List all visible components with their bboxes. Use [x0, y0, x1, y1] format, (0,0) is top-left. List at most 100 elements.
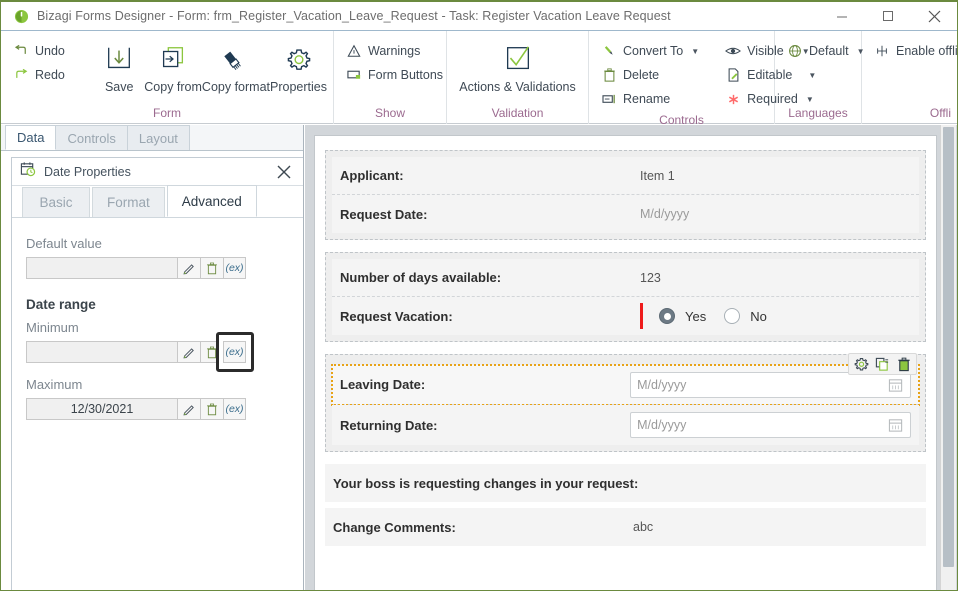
convert-to-label: Convert To	[623, 44, 684, 58]
bizagi-logo-icon	[13, 8, 29, 24]
scrollbar-thumb[interactable]	[943, 127, 954, 567]
radio-yes[interactable]	[659, 308, 675, 324]
delete-control-button[interactable]: Delete	[595, 63, 705, 87]
default-value-input[interactable]	[26, 257, 177, 279]
warning-triangle-icon	[346, 43, 362, 59]
subtab-basic[interactable]: Basic	[22, 187, 90, 217]
gear-icon[interactable]	[853, 356, 870, 373]
ribbon-group-show: Warnings Form Buttons Show	[334, 31, 447, 124]
request-vacation-label: Request Vacation:	[340, 308, 453, 324]
minimum-input[interactable]	[26, 341, 177, 363]
ribbon-group-form: Undo Redo Save Copy from Copy format Pro…	[1, 31, 334, 124]
undo-redo-column: Undo Redo	[7, 35, 71, 87]
default-value-edit-button[interactable]	[177, 257, 200, 279]
minimum-expression-label: (ex)	[225, 346, 244, 358]
row-change-comments[interactable]: Change Comments: abc	[325, 508, 926, 546]
form-canvas-area: Applicant: Item 1 Request Date: M/d/yyyy…	[305, 125, 957, 590]
row-leaving-date[interactable]: Leaving Date: M/d/yyyy	[331, 353, 920, 406]
subtab-format[interactable]: Format	[92, 187, 165, 217]
default-value-expression-label: (ex)	[225, 262, 244, 274]
tab-controls-label: Controls	[67, 130, 116, 146]
window-title: Bizagi Forms Designer - Form: frm_Regist…	[37, 9, 671, 23]
warnings-button[interactable]: Warnings	[340, 39, 449, 63]
required-indicator	[640, 303, 643, 329]
form-buttons-button[interactable]: Form Buttons	[340, 63, 449, 87]
show-column: Warnings Form Buttons	[340, 35, 449, 87]
control-toolbar	[848, 353, 917, 375]
duplicate-icon[interactable]	[874, 356, 891, 373]
minimum-edit-button[interactable]	[177, 341, 200, 363]
maximize-button[interactable]	[865, 2, 911, 30]
default-language-button[interactable]: Default ▼	[781, 39, 871, 63]
tab-data[interactable]: Data	[5, 125, 57, 150]
vacation-request-section: Number of days available: 123 Request Va…	[325, 252, 926, 342]
panel-tab-strip: Data Controls Layout	[1, 125, 303, 151]
row-days-available[interactable]: Number of days available: 123	[332, 259, 919, 297]
close-button[interactable]	[911, 2, 957, 30]
copy-from-label: Copy from	[144, 80, 202, 94]
offline-icon	[874, 43, 890, 59]
row-returning-date[interactable]: Returning Date: M/d/yyyy	[332, 405, 919, 445]
warnings-label: Warnings	[368, 44, 421, 58]
default-value-row: (ex)	[26, 257, 246, 279]
row-boss-message[interactable]: Your boss is requesting changes in your …	[325, 464, 926, 502]
date-properties-icon	[20, 161, 36, 182]
convert-to-button[interactable]: Convert To ▼	[595, 39, 705, 63]
trash-icon	[601, 67, 617, 83]
copy-from-icon	[158, 41, 188, 77]
maximum-input[interactable]: 12/30/2021	[26, 398, 177, 420]
form-buttons-icon	[346, 67, 362, 83]
copy-format-button[interactable]: Copy format	[202, 35, 270, 101]
languages-column: Default ▼	[781, 35, 871, 63]
maximum-delete-button[interactable]	[200, 398, 223, 420]
tab-controls[interactable]: Controls	[55, 125, 128, 150]
copy-format-icon	[221, 41, 251, 77]
redo-label: Redo	[35, 68, 65, 82]
properties-body: Default value (ex) Date range Minimum (e…	[12, 218, 303, 420]
canvas-vertical-scrollbar[interactable]	[940, 125, 956, 590]
convert-to-icon	[601, 43, 617, 59]
ribbon-group-languages: Default ▼ Languages	[775, 31, 865, 124]
returning-date-input[interactable]: M/d/yyyy	[630, 412, 911, 438]
checkmark-box-icon	[502, 41, 534, 77]
leaving-date-placeholder: M/d/yyyy	[637, 377, 687, 392]
trash-icon[interactable]	[895, 356, 912, 373]
close-icon[interactable]	[273, 161, 295, 183]
default-value-expression-button[interactable]: (ex)	[223, 257, 246, 279]
save-button[interactable]: Save	[94, 35, 144, 101]
row-applicant[interactable]: Applicant: Item 1	[332, 157, 919, 195]
date-properties-title: Date Properties	[44, 164, 131, 179]
properties-button[interactable]: Properties	[270, 35, 327, 101]
default-value-delete-button[interactable]	[200, 257, 223, 279]
undo-button[interactable]: Undo	[7, 39, 71, 63]
enable-offline-button[interactable]: Enable offlin	[868, 39, 958, 63]
actions-validations-button[interactable]: Actions & Validations	[458, 35, 578, 101]
minimize-button[interactable]	[819, 2, 865, 30]
ribbon-group-label-validation: Validation	[491, 106, 544, 120]
tab-layout[interactable]: Layout	[126, 125, 190, 150]
leaving-date-input[interactable]: M/d/yyyy	[630, 371, 911, 398]
minimum-row: (ex)	[26, 332, 254, 372]
ribbon-group-label-show: Show	[374, 106, 406, 120]
tab-layout-label: Layout	[138, 130, 178, 146]
boss-changes-section: Your boss is requesting changes in your …	[325, 464, 926, 546]
ribbon-group-offline: Enable offlin Offli	[862, 31, 958, 124]
maximum-expression-button[interactable]: (ex)	[223, 398, 246, 420]
gear-icon	[284, 41, 314, 77]
row-request-date[interactable]: Request Date: M/d/yyyy	[332, 195, 919, 233]
controls-column-1: Convert To ▼ Delete Rename	[595, 35, 705, 111]
applicant-label: Applicant:	[340, 168, 404, 183]
radio-no-label: No	[750, 308, 767, 324]
subtab-format-label: Format	[107, 195, 150, 210]
calendar-icon[interactable]	[888, 377, 904, 396]
minimum-expression-button[interactable]: (ex)	[223, 341, 246, 363]
copy-from-button[interactable]: Copy from	[144, 35, 202, 101]
rename-button[interactable]: Rename	[595, 87, 705, 111]
subtab-advanced[interactable]: Advanced	[166, 185, 257, 217]
properties-label: Properties	[270, 80, 327, 94]
radio-no[interactable]	[724, 308, 741, 324]
calendar-icon[interactable]	[888, 417, 904, 436]
redo-button[interactable]: Redo	[7, 63, 71, 87]
maximum-edit-button[interactable]	[177, 398, 200, 420]
row-request-vacation[interactable]: Request Vacation: Yes No	[332, 297, 919, 335]
